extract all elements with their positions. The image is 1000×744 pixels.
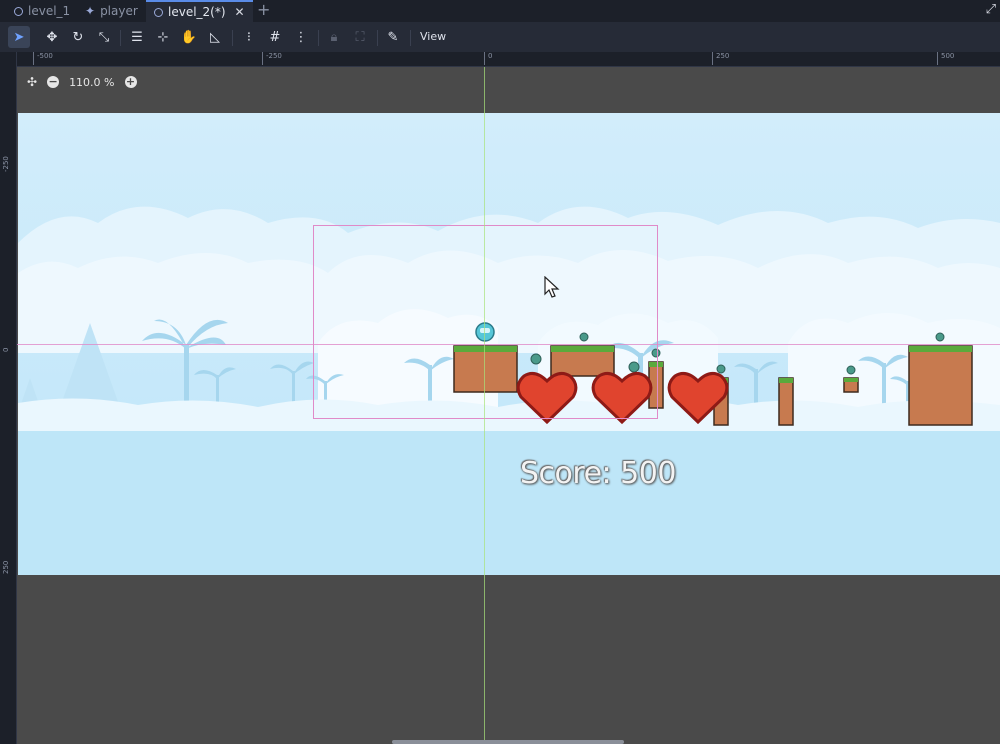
tab-label: level_1 [28, 4, 71, 18]
score-label: Score: 500 [520, 456, 676, 491]
ruler-label: 0 [484, 52, 492, 65]
vertical-axis-guide [484, 67, 485, 744]
camera-limit-rect [313, 225, 658, 419]
scene-tab-bar: level_1 ✦ player level_2(*) ✕ + ⤢ [0, 0, 1000, 22]
grid-snap-icon[interactable]: # [264, 26, 286, 48]
ruler-label: -500 [33, 52, 53, 65]
ruler-label: 500 [937, 52, 954, 65]
tab-label: level_2(*) [168, 5, 226, 19]
ruler-label: 250 [2, 560, 10, 574]
rotate-tool-icon[interactable]: ↻ [67, 26, 89, 48]
ruler-tool-icon[interactable]: ◺ [204, 26, 226, 48]
zoom-controls: ✣ − 110.0 % + [27, 75, 137, 89]
ruler-label: 0 [2, 347, 10, 352]
scale-tool-icon[interactable]: ⤡ [93, 26, 115, 48]
add-tab-icon[interactable]: + [257, 0, 270, 22]
view-menu-button[interactable]: View [414, 26, 452, 48]
zoom-out-button[interactable]: − [47, 76, 60, 88]
canvas-toolbar: ➤ ✥ ↻ ⤡ ☰ ⊹ ✋ ◺ ⁝ # ⋮ 🔒︎ ⛶ ✎ View [0, 22, 1000, 52]
fullscreen-icon[interactable]: ⤢ [986, 2, 996, 17]
zoom-level[interactable]: 110.0 % [69, 76, 114, 89]
tab-level-1[interactable]: level_1 [6, 0, 78, 22]
scene-icon [154, 7, 163, 17]
ruler-vertical[interactable]: -250 0 250 [0, 52, 17, 744]
canvas-viewport[interactable]: ✣ − 110.0 % + Score: 500 [17, 67, 1000, 744]
horizontal-axis-guide [17, 344, 1000, 345]
ruler-label: 250 [712, 52, 729, 65]
bones-icon[interactable]: ✎ [382, 26, 404, 48]
close-icon[interactable]: ✕ [235, 5, 245, 19]
center-view-icon[interactable]: ✣ [27, 75, 37, 89]
pan-tool-icon[interactable]: ✋ [178, 26, 200, 48]
scene-icon [14, 6, 23, 16]
list-select-icon[interactable]: ☰ [126, 26, 148, 48]
snap-options-icon[interactable]: ⋮ [290, 26, 312, 48]
zoom-in-button[interactable]: + [124, 76, 137, 88]
ruler-label: -250 [262, 52, 282, 65]
select-tool-icon[interactable]: ➤ [8, 26, 30, 48]
mouse-cursor-icon [544, 276, 560, 298]
character-icon: ✦ [85, 4, 96, 18]
tab-level-2[interactable]: level_2(*) ✕ [146, 0, 253, 22]
move-tool-icon[interactable]: ✥ [41, 26, 63, 48]
horizontal-scrollbar[interactable] [392, 740, 624, 744]
smart-snap-icon[interactable]: ⁝ [238, 26, 260, 48]
group-icon[interactable]: ⛶ [349, 26, 371, 48]
lock-icon[interactable]: 🔒︎ [323, 26, 345, 48]
pivot-icon[interactable]: ⊹ [152, 26, 174, 48]
tab-label: player [100, 4, 138, 18]
ruler-label: -250 [2, 156, 10, 172]
ruler-horizontal[interactable]: -500 -250 0 250 500 [16, 52, 1000, 67]
tab-player[interactable]: ✦ player [77, 0, 146, 22]
